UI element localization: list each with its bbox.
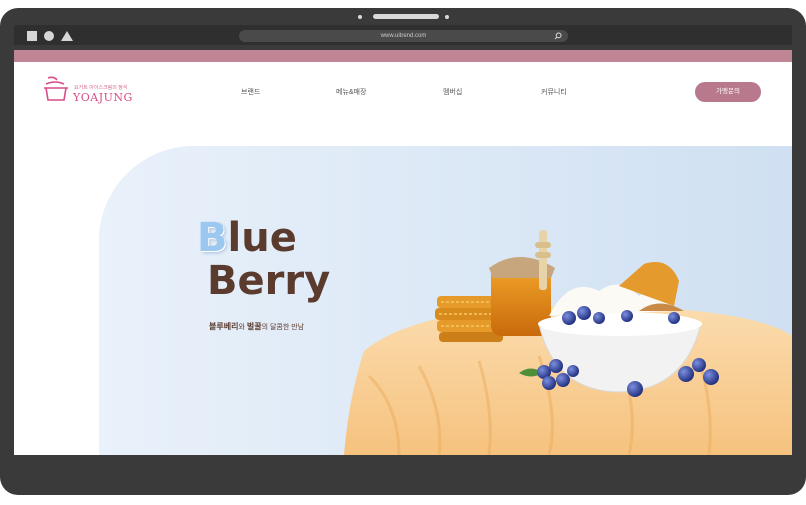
- hero-subtitle-rest: 의 달콤한 만남: [261, 324, 305, 331]
- web-page: 요거트 아이스크림의 정석 YOAJUNG 브랜드 메뉴&매장 멤버십 커뮤니티…: [14, 62, 792, 455]
- hero-subtitle: 블루베리와 벌꿀의 달콤한 만남: [209, 321, 304, 332]
- device-bottom-bezel: [14, 455, 792, 495]
- logo-brand-name: YOAJUNG: [73, 91, 133, 104]
- accent-strip: [14, 50, 792, 62]
- hero-title-rest: lue: [227, 215, 297, 261]
- camera-dot-left: [358, 15, 362, 19]
- nav-item-brand[interactable]: 브랜드: [241, 87, 260, 97]
- logo-tagline: 요거트 아이스크림의 정석: [74, 85, 128, 91]
- address-bar[interactable]: www.uitrend.com: [239, 30, 568, 42]
- hero-banner: Blue Berry 블루베리와 벌꿀의 달콤한 만남: [99, 146, 792, 455]
- url-text: www.uitrend.com: [380, 33, 427, 39]
- yogurt-cup-icon: [44, 76, 68, 101]
- triangle-icon[interactable]: [61, 31, 73, 41]
- franchise-inquiry-button[interactable]: 가맹문의: [695, 82, 761, 102]
- circle-icon[interactable]: [44, 31, 54, 41]
- hero-subtitle-and: 와: [238, 324, 247, 331]
- site-logo[interactable]: 요거트 아이스크림의 정석 YOAJUNG: [42, 74, 142, 106]
- nav-item-community[interactable]: 커뮤니티: [541, 87, 567, 97]
- square-icon[interactable]: [27, 31, 37, 41]
- search-icon[interactable]: [554, 32, 562, 40]
- hero-subtitle-honey: 벌꿀: [246, 322, 262, 331]
- hero-subtitle-blueberry: 블루베리: [209, 322, 239, 331]
- nav-item-menu-store[interactable]: 메뉴&매장: [336, 87, 366, 97]
- speaker-grille: [373, 14, 439, 19]
- hero-title-line2: Berry: [207, 258, 331, 304]
- hero-title-line1: Blue: [197, 216, 297, 260]
- camera-dot-right: [445, 15, 449, 19]
- hero-title-initial: B: [197, 215, 228, 261]
- hero-illustration: [99, 146, 792, 455]
- nav-item-membership[interactable]: 멤버십: [443, 87, 462, 97]
